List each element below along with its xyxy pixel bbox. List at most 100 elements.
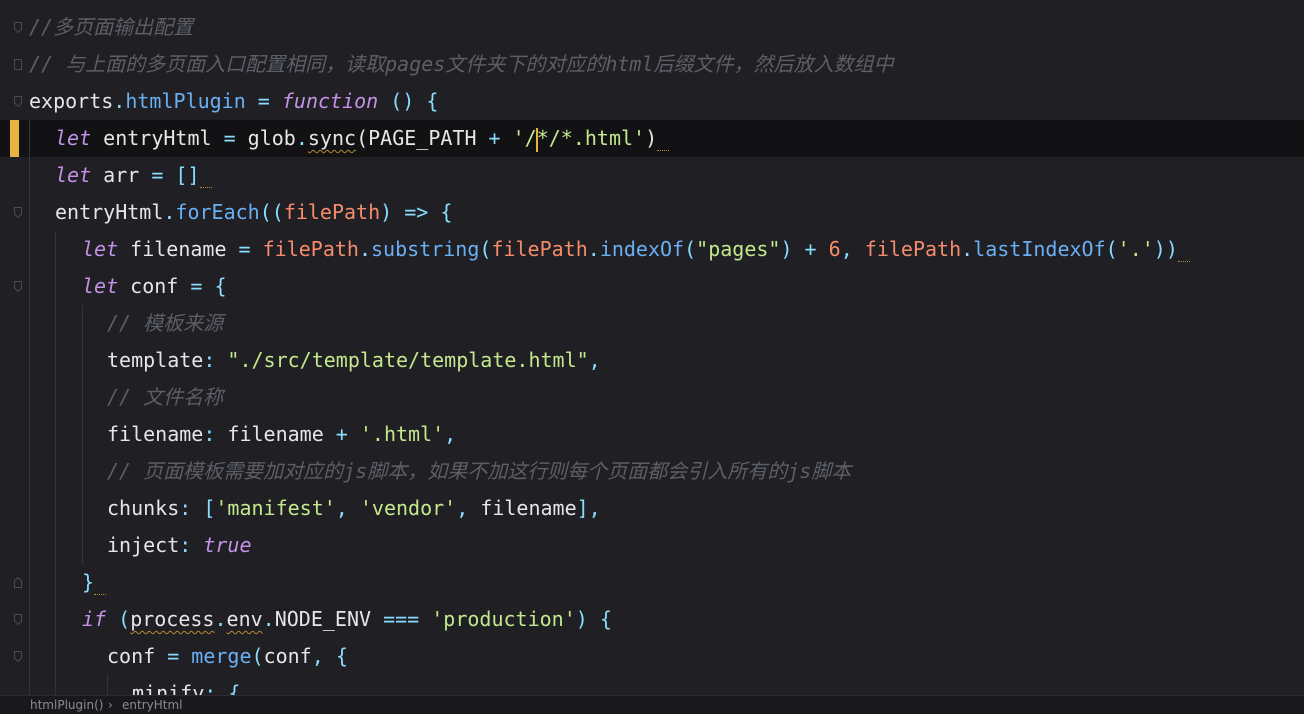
code-line[interactable]: let arr = []: [0, 157, 1304, 194]
code-token: entryHtml: [91, 126, 224, 150]
code-line[interactable]: let conf = {: [0, 268, 1304, 305]
fold-icon[interactable]: [14, 22, 22, 33]
code-token: =: [190, 274, 203, 298]
code-token: ,: [840, 237, 865, 261]
code-line[interactable]: filename: filename + '.html',: [0, 416, 1304, 453]
code-token: lastIndexOf: [973, 237, 1106, 261]
code-text: let conf = {: [82, 268, 227, 305]
code-token: filename: [480, 496, 577, 520]
code-token: substring: [371, 237, 480, 261]
code-text: let entryHtml = glob.sync(PAGE_PATH + '/…: [55, 120, 670, 157]
code-token: .: [163, 200, 176, 224]
fold-icon[interactable]: [14, 207, 22, 218]
indent-guide: [107, 675, 108, 695]
code-line[interactable]: minify: {: [0, 675, 1304, 695]
code-line[interactable]: chunks: ['manifest', 'vendor', filename]…: [0, 490, 1304, 527]
code-line[interactable]: template: "./src/template/template.html"…: [0, 342, 1304, 379]
change-marker[interactable]: [10, 120, 19, 157]
code-token: :: [179, 533, 204, 557]
code-token: env: [226, 607, 263, 631]
code-line[interactable]: // 文件名称: [0, 379, 1304, 416]
fold-icon[interactable]: [14, 96, 22, 107]
fold-icon[interactable]: [14, 577, 22, 588]
code-line[interactable]: exports.htmlPlugin = function () {: [0, 83, 1304, 120]
fold-icon[interactable]: [14, 59, 22, 70]
code-token: (: [251, 644, 264, 668]
code-token: +: [804, 237, 817, 261]
code-token: .: [587, 237, 600, 261]
code-token: 'vendor': [359, 496, 457, 520]
code-token: true: [203, 533, 252, 557]
code-token: conf: [118, 274, 191, 298]
code-text: minify: {: [132, 675, 240, 695]
code-token: '.': [1117, 237, 1154, 261]
code-text: // 模板来源: [107, 305, 223, 342]
code-token: 6: [816, 237, 841, 261]
code-token: .: [214, 607, 227, 631]
code-text: conf = merge(conf, {: [107, 638, 348, 675]
missing-semicolon-warning-icon[interactable]: [1177, 255, 1190, 262]
missing-semicolon-warning-icon[interactable]: [657, 144, 670, 151]
code-token: (: [684, 237, 697, 261]
code-text: }: [82, 564, 107, 601]
missing-semicolon-warning-icon[interactable]: [199, 181, 212, 188]
code-token: indexOf: [599, 237, 685, 261]
current-code-line[interactable]: let entryHtml = glob.sync(PAGE_PATH + '/…: [0, 120, 1304, 157]
code-line[interactable]: // 模板来源: [0, 305, 1304, 342]
code-token: arr: [91, 163, 152, 187]
code-line[interactable]: entryHtml.forEach((filePath) => {: [0, 194, 1304, 231]
code-token: //多页面输出配置: [29, 15, 194, 39]
code-token: 'production': [419, 607, 576, 631]
code-token: =: [238, 237, 251, 261]
code-token: ((: [259, 200, 284, 224]
code-token: =: [151, 163, 164, 187]
indent-guide: [55, 231, 56, 695]
code-token: ): [645, 126, 658, 150]
code-token: (: [106, 607, 131, 631]
code-token: =: [223, 126, 236, 150]
code-token: "pages": [696, 237, 781, 261]
code-text: let filename = filePath.substring(filePa…: [82, 231, 1190, 268]
code-token: let: [55, 126, 92, 150]
indent-guide: [29, 120, 30, 695]
code-line[interactable]: // 页面模板需要加对应的js脚本，如果不加这行则每个页面都会引入所有的js脚本: [0, 453, 1304, 490]
code-text: exports.htmlPlugin = function () {: [29, 83, 438, 120]
code-token: : [: [179, 496, 216, 520]
breadcrumb-item-entryhtml[interactable]: entryHtml: [122, 696, 182, 714]
code-token: let: [82, 237, 119, 261]
code-line[interactable]: if (process.env.NODE_ENV === 'production…: [0, 601, 1304, 638]
missing-semicolon-warning-icon[interactable]: [94, 588, 107, 595]
code-text: // 与上面的多页面入口配置相同，读取pages文件夹下的对应的html后缀文件…: [29, 46, 894, 83]
code-text: entryHtml.forEach((filePath) => {: [55, 194, 452, 231]
code-token: NODE_ENV: [274, 607, 384, 631]
code-token: process: [130, 607, 215, 631]
code-text: filename: filename + '.html',: [107, 416, 456, 453]
indent-guide: [82, 305, 83, 564]
code-token: (: [1105, 237, 1118, 261]
breadcrumb-item-htmlplugin[interactable]: htmlPlugin(): [30, 696, 103, 714]
code-token: {: [202, 274, 227, 298]
code-editor[interactable]: //多页面输出配置 // 与上面的多页面入口配置相同，读取pages文件夹下的对应…: [0, 0, 1304, 695]
code-line[interactable]: inject: true: [0, 527, 1304, 564]
code-token: forEach: [175, 200, 260, 224]
code-token: .: [262, 607, 275, 631]
code-line[interactable]: }: [0, 564, 1304, 601]
code-token: exports: [29, 89, 114, 113]
code-line[interactable]: let filename = filePath.substring(filePa…: [0, 231, 1304, 268]
code-line[interactable]: //多页面输出配置: [0, 9, 1304, 46]
code-token: =>: [404, 200, 429, 224]
code-token: template: [107, 348, 204, 372]
code-token: +: [488, 126, 501, 150]
fold-icon[interactable]: [14, 281, 22, 292]
code-token: () {: [378, 89, 439, 113]
code-token: filename: [227, 422, 336, 446]
code-token: :: [203, 422, 228, 446]
code-token: +: [335, 422, 348, 446]
code-line[interactable]: conf = merge(conf, {: [0, 638, 1304, 675]
fold-icon[interactable]: [14, 651, 22, 662]
code-token: .: [113, 89, 126, 113]
code-line[interactable]: // 与上面的多页面入口配置相同，读取pages文件夹下的对应的html后缀文件…: [0, 46, 1304, 83]
code-token: ,: [335, 496, 360, 520]
code-token: []: [163, 163, 200, 187]
fold-icon[interactable]: [14, 614, 22, 625]
